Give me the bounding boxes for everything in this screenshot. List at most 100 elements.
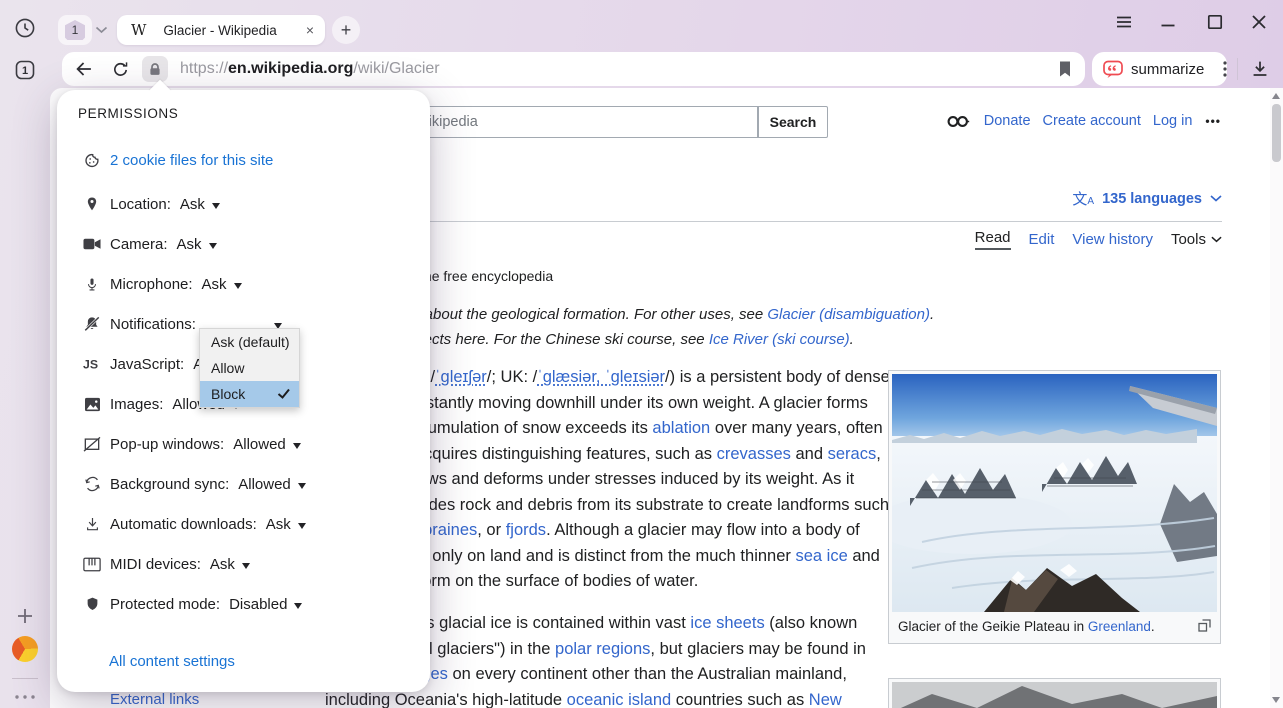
- reload-icon[interactable]: [106, 55, 134, 83]
- permission-value[interactable]: Allowed: [233, 436, 286, 453]
- header-link-donate[interactable]: Donate: [984, 113, 1031, 129]
- url-text[interactable]: https://en.wikipedia.org/wiki/Glacier: [180, 60, 440, 78]
- dropdown-option-ask-default[interactable]: Ask (default): [200, 329, 299, 355]
- notifications-dropdown-menu: Ask (default)AllowBlock: [199, 328, 300, 408]
- permission-row-location: Location:Ask: [83, 184, 418, 224]
- glacier-thumbnail[interactable]: Glacier of the Geikie Plateau in Greenla…: [888, 370, 1221, 644]
- downloads-icon[interactable]: [1246, 55, 1274, 83]
- dropdown-caret-icon[interactable]: [234, 283, 242, 289]
- languages-button[interactable]: 文A 135 languages: [1072, 188, 1222, 209]
- wiki-link[interactable]: fjords: [506, 521, 546, 539]
- workspace-icon[interactable]: 1: [13, 58, 37, 82]
- browser-menu-icon[interactable]: [1112, 10, 1136, 34]
- permissions-title: PERMISSIONS: [78, 106, 178, 121]
- header-more-icon[interactable]: •••: [1205, 114, 1221, 128]
- page-scrollbar[interactable]: [1270, 88, 1283, 708]
- wiki-link[interactable]: polar regions: [555, 640, 650, 658]
- wiki-link[interactable]: ablation: [652, 419, 710, 437]
- history-icon[interactable]: [13, 16, 37, 40]
- address-bar[interactable]: https://en.wikipedia.org/wiki/Glacier: [62, 52, 1085, 86]
- scrollbar-thumb[interactable]: [1272, 104, 1281, 162]
- add-panel-icon[interactable]: [13, 604, 37, 628]
- permission-value[interactable]: Allowed: [238, 476, 291, 493]
- cookies-link-row[interactable]: 2 cookie files for this site: [83, 148, 273, 172]
- svg-text:JS: JS: [83, 358, 98, 371]
- tab-view-history[interactable]: View history: [1072, 231, 1153, 248]
- close-icon[interactable]: [1247, 10, 1271, 34]
- dropdown-option-allow[interactable]: Allow: [200, 355, 299, 381]
- bookmark-icon[interactable]: [1057, 60, 1073, 78]
- thumbnail-caption: Glacier of the Geikie Plateau in Greenla…: [892, 612, 1217, 640]
- location-pin-icon: [83, 194, 101, 214]
- pronunciation-link[interactable]: ˈɡleɪʃər: [435, 368, 487, 386]
- site-permissions-popup: PERMISSIONS 2 cookie files for this site…: [57, 90, 430, 692]
- permission-value[interactable]: Ask: [266, 516, 291, 533]
- header-link-log-in[interactable]: Log in: [1153, 113, 1193, 129]
- permission-value[interactable]: Disabled: [229, 596, 287, 613]
- rail-divider: [12, 678, 38, 679]
- new-tab-button[interactable]: +: [332, 16, 360, 44]
- permission-row-background-sync: Background sync:Allowed: [83, 464, 418, 504]
- expand-image-icon[interactable]: [1198, 619, 1211, 632]
- dropdown-caret-icon[interactable]: [294, 603, 302, 609]
- permission-row-pop-up-windows: Pop-up windows:Allowed: [83, 424, 418, 464]
- rail-more-icon[interactable]: [13, 685, 37, 708]
- wiki-link[interactable]: seracs: [828, 445, 877, 463]
- tab-close-icon[interactable]: ×: [306, 22, 314, 38]
- wiki-link[interactable]: ice sheets: [690, 614, 764, 632]
- dropdown-option-block[interactable]: Block: [200, 381, 299, 407]
- permission-value[interactable]: Ask: [180, 196, 205, 213]
- wiki-link[interactable]: Ice River (ski course): [709, 331, 850, 348]
- cookies-link[interactable]: 2 cookie files for this site: [110, 152, 273, 169]
- toc-item-external-links[interactable]: External links: [110, 691, 199, 708]
- maximize-icon[interactable]: [1203, 10, 1227, 34]
- check-icon: [276, 386, 291, 401]
- permission-row-protected-mode: Protected mode:Disabled: [83, 584, 418, 624]
- wiki-link[interactable]: New: [809, 691, 842, 708]
- grayscale-photo: [892, 682, 1217, 708]
- dropdown-caret-icon[interactable]: [212, 203, 220, 209]
- tab-glacier-wikipedia[interactable]: W Glacier - Wikipedia ×: [117, 15, 325, 45]
- minimize-icon[interactable]: [1156, 10, 1180, 34]
- pronunciation-link[interactable]: ˈɡlæsiər, ˈɡleɪsiər: [537, 368, 665, 386]
- scroll-up-icon[interactable]: [1272, 93, 1280, 99]
- dropdown-caret-icon[interactable]: [293, 443, 301, 449]
- all-content-settings-link[interactable]: All content settings: [109, 653, 235, 670]
- dropdown-caret-icon[interactable]: [209, 243, 217, 249]
- wiki-link[interactable]: Greenland: [1088, 619, 1151, 634]
- header-link-create-account[interactable]: Create account: [1043, 113, 1141, 129]
- tab-title: Glacier - Wikipedia: [163, 23, 276, 38]
- dropdown-caret-icon[interactable]: [298, 483, 306, 489]
- browser-window: 1 1 W Glacier - Wikipedia × +: [0, 0, 1283, 708]
- tab-group-chevron-icon[interactable]: [95, 26, 108, 34]
- yandex-app-icon[interactable]: [12, 636, 38, 662]
- image-icon: [83, 394, 101, 414]
- summarize-button[interactable]: summarize: [1092, 52, 1227, 86]
- wiki-link[interactable]: sea ice: [795, 547, 847, 565]
- notifications-off-icon: [83, 314, 101, 334]
- cookie-icon: [83, 150, 101, 170]
- tab-read[interactable]: Read: [975, 229, 1011, 250]
- dropdown-caret-icon[interactable]: [298, 523, 306, 529]
- wiki-link[interactable]: Glacier (disambiguation): [767, 306, 930, 323]
- permission-value[interactable]: Ask: [202, 276, 227, 293]
- tab-edit[interactable]: Edit: [1029, 231, 1055, 248]
- auto-download-icon: [83, 514, 101, 534]
- wiki-link[interactable]: crevasses: [717, 445, 791, 463]
- search-button[interactable]: Search: [758, 106, 828, 138]
- permission-value[interactable]: Ask: [210, 556, 235, 573]
- back-icon[interactable]: [70, 55, 98, 83]
- permission-value[interactable]: Ask: [177, 236, 202, 253]
- appearance-icon[interactable]: [947, 114, 971, 129]
- permission-label: Automatic downloads:: [110, 516, 257, 533]
- dropdown-caret-icon[interactable]: [242, 563, 250, 569]
- tab-group-chip[interactable]: 1: [58, 15, 92, 45]
- summarize-kebab-icon[interactable]: [1223, 61, 1227, 77]
- scroll-down-icon[interactable]: [1272, 697, 1280, 703]
- shield-icon: [83, 594, 101, 614]
- second-thumbnail[interactable]: [888, 678, 1221, 708]
- permission-label: Images:: [110, 396, 163, 413]
- tab-tools[interactable]: Tools: [1171, 231, 1222, 248]
- wiki-link[interactable]: oceanic island: [567, 691, 672, 708]
- lock-icon[interactable]: [142, 56, 168, 82]
